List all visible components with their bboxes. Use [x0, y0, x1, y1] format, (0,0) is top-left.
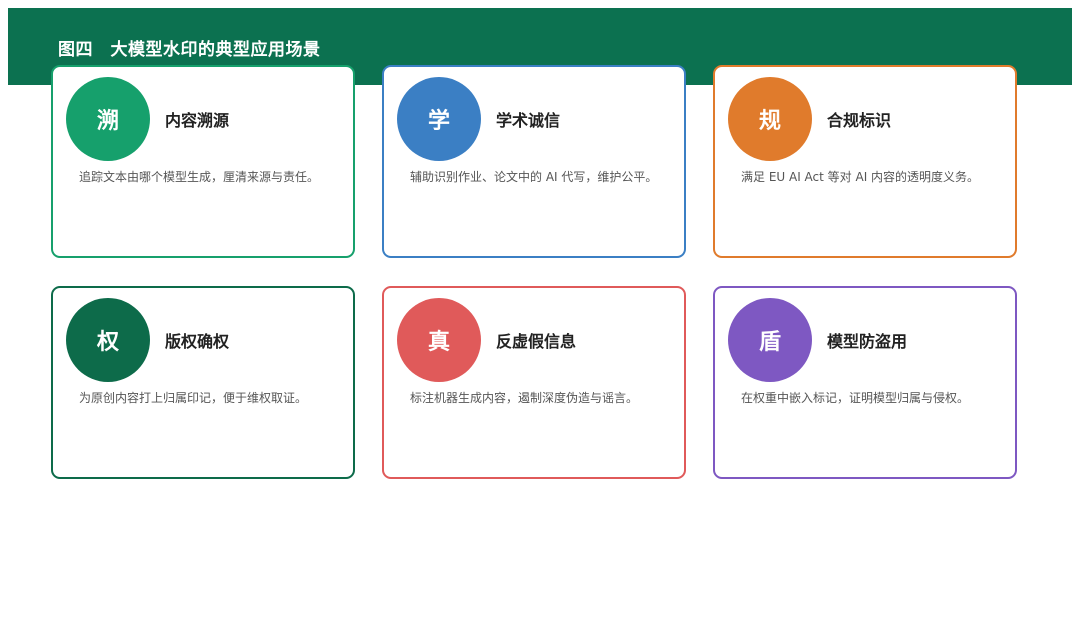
card-title: 内容溯源 [165, 111, 230, 130]
badge-icon-academic: 学 [397, 77, 481, 161]
badge-icon-copyright: 权 [66, 298, 150, 382]
badge-icon-trace: 溯 [66, 77, 150, 161]
card-content-tracing: 溯 内容溯源 追踪文本由哪个模型生成，厘清来源与责任。 [51, 65, 355, 258]
card-description: 满足 EU AI Act 等对 AI 内容的透明度义务。 [741, 170, 980, 184]
card-compliance-label: 规 合规标识 满足 EU AI Act 等对 AI 内容的透明度义务。 [713, 65, 1017, 258]
page: 图四 大模型水印的典型应用场景 溯 内容溯源 追踪文本由哪个模型生成，厘清来源与… [0, 0, 1080, 621]
card-academic-integrity: 学 学术诚信 辅助识别作业、论文中的 AI 代写，维护公平。 [382, 65, 686, 258]
card-description: 追踪文本由哪个模型生成，厘清来源与责任。 [79, 170, 320, 184]
card-anti-misinformation: 真 反虚假信息 标注机器生成内容，遏制深度伪造与谣言。 [382, 286, 686, 479]
card-title: 合规标识 [827, 111, 892, 130]
card-description: 辅助识别作业、论文中的 AI 代写，维护公平。 [410, 170, 658, 184]
badge-icon-shield: 盾 [728, 298, 812, 382]
card-copyright: 权 版权确权 为原创内容打上归属印记，便于维权取证。 [51, 286, 355, 479]
card-title: 学术诚信 [496, 111, 561, 130]
figure-title: 图四 大模型水印的典型应用场景 [58, 40, 321, 60]
badge-icon-compliance: 规 [728, 77, 812, 161]
card-title: 版权确权 [165, 332, 230, 351]
card-title: 模型防盗用 [827, 332, 908, 351]
badge-icon-truth: 真 [397, 298, 481, 382]
card-description: 标注机器生成内容，遏制深度伪造与谣言。 [410, 391, 639, 405]
card-description: 为原创内容打上归属印记，便于维权取证。 [79, 391, 308, 405]
card-title: 反虚假信息 [496, 332, 577, 351]
card-description: 在权重中嵌入标记，证明模型归属与侵权。 [741, 391, 970, 405]
card-model-anti-theft: 盾 模型防盗用 在权重中嵌入标记，证明模型归属与侵权。 [713, 286, 1017, 479]
